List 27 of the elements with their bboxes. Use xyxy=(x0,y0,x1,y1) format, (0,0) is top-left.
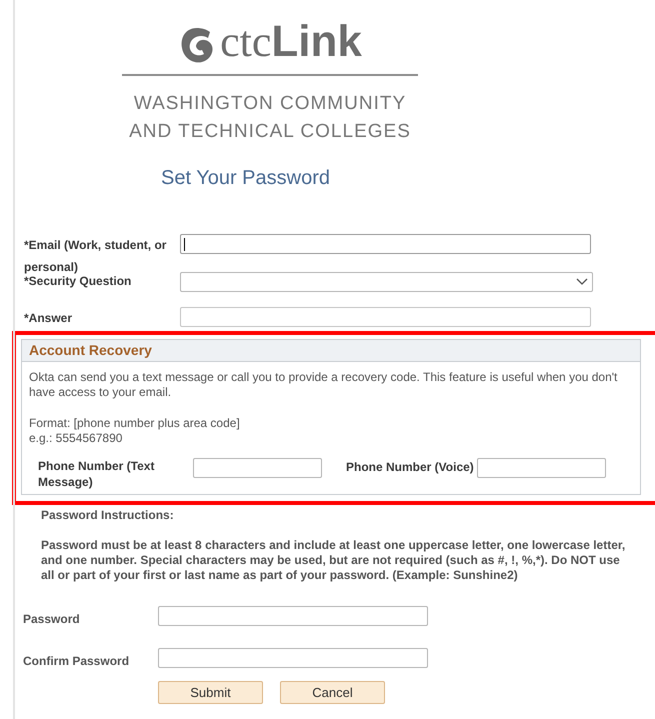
page-title: Set Your Password xyxy=(161,166,331,190)
field-label: Phone Number (Text Message) xyxy=(38,458,156,490)
format-hint: Format: [phone number plus area code] xyxy=(29,416,241,431)
field-label: Password xyxy=(23,611,81,628)
form-button[interactable]: Submit xyxy=(158,681,263,704)
chevron-down-icon xyxy=(576,278,588,286)
input-field[interactable] xyxy=(180,234,591,254)
format-hint: e.g.: 5554567890 xyxy=(29,431,124,446)
password-field[interactable] xyxy=(158,648,428,668)
logo-subtitle: WASHINGTON COMMUNITY xyxy=(134,92,406,116)
input-field[interactable] xyxy=(193,458,322,478)
input-field[interactable] xyxy=(180,307,591,327)
security-question-dropdown[interactable] xyxy=(180,272,593,292)
logo-wordmark: ctcLink xyxy=(220,18,362,66)
input-field[interactable] xyxy=(476,458,606,478)
password-field[interactable] xyxy=(158,606,428,626)
form-button[interactable]: Cancel xyxy=(280,681,385,704)
logo-subtitle: AND TECHNICAL COLLEGES xyxy=(129,120,411,144)
field-label: Phone Number (Voice) xyxy=(346,459,474,476)
field-label: *Email (Work, student, or personal) xyxy=(24,237,168,276)
field-label: *Security Question xyxy=(24,274,132,290)
instructions-heading: Password Instructions: xyxy=(41,507,175,523)
panel-title: Account Recovery xyxy=(29,341,152,360)
recovery-description: Okta can send you a text message or call you to provide a recovery code. This feature is useful when you don't have access to your email. xyxy=(29,370,618,400)
instructions-text: Password must be at least 8 characters and include at least one uppercase letter, one lowercase letter, and one number. Special characters may be used, but are not required (such as #, !, %,*). Do NOT use all or part of your first or last name as part of your password. (Example: Sunshine2) xyxy=(41,538,626,583)
field-label: Confirm Password xyxy=(23,653,130,670)
field-label: *Answer xyxy=(24,310,74,327)
